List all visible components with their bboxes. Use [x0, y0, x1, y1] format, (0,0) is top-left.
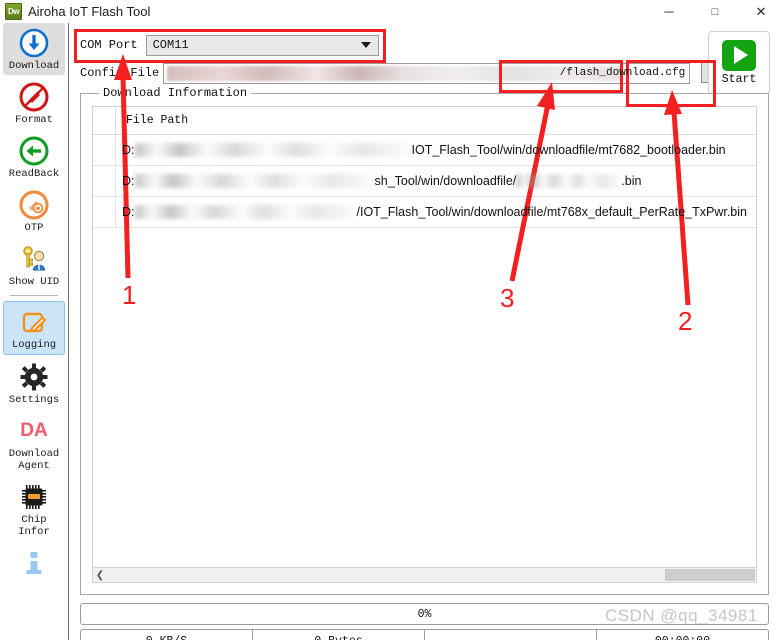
- table-row[interactable]: D: sh_Tool/win/downloadfile/ .bin: [93, 166, 756, 197]
- da-text-icon: DA: [20, 420, 48, 441]
- close-button[interactable]: ✕: [738, 0, 784, 23]
- sidebar-item-download-agent[interactable]: DA Download Agent: [3, 411, 65, 475]
- row-gutter: [93, 166, 116, 196]
- redacted-path-segment-tail: [516, 174, 622, 188]
- sidebar-item-chip-infor[interactable]: Chip Infor: [3, 477, 65, 541]
- main-panel: COM Port COM11 Config File /flash_downlo…: [69, 23, 784, 640]
- file-path-cell: D: sh_Tool/win/downloadfile/ .bin: [116, 166, 756, 196]
- info-icon: [18, 547, 50, 579]
- table-header-row: File Path: [93, 107, 756, 135]
- sidebar-item-logging[interactable]: Logging: [3, 301, 65, 355]
- file-path-cell: D: /IOT_Flash_Tool/win/downloadfile/mt76…: [116, 197, 756, 227]
- com-port-row: COM Port COM11: [80, 33, 380, 57]
- status-bytes: 0 Bytes: [253, 630, 425, 640]
- window-title: Airoha IoT Flash Tool: [28, 4, 151, 19]
- sidebar-item-label: OTP: [24, 222, 44, 234]
- com-port-value: COM11: [152, 38, 189, 52]
- path-extension: .bin: [621, 174, 642, 188]
- window-controls: ─ □ ✕: [646, 0, 784, 23]
- config-file-row: Config File /flash_download.cfg: [80, 61, 780, 85]
- maximize-button[interactable]: □: [692, 0, 738, 23]
- play-icon: [722, 39, 756, 71]
- redacted-path-segment: [134, 143, 412, 157]
- sidebar-item-label: Format: [15, 114, 53, 126]
- chevron-down-icon: [360, 42, 371, 48]
- sidebar-item-format[interactable]: Format: [3, 77, 65, 129]
- group-title: Download Information: [99, 86, 252, 100]
- redacted-path-segment: [134, 205, 357, 219]
- path-suffix: IOT_Flash_Tool/win/downloadfile/mt7682_b…: [411, 143, 726, 157]
- sidebar-item-label: Settings: [8, 394, 60, 406]
- table-row[interactable]: D: /IOT_Flash_Tool/win/downloadfile/mt76…: [93, 197, 756, 228]
- path-prefix: D:: [122, 205, 135, 219]
- progress-percent-label: 0%: [417, 607, 432, 621]
- sidebar: Download Format ReadBack OTP Show UID Lo…: [0, 23, 69, 640]
- horizontal-scrollbar[interactable]: ❮: [92, 567, 757, 583]
- start-button[interactable]: Start: [708, 31, 770, 94]
- sidebar-item-info[interactable]: [3, 543, 65, 583]
- path-prefix: D:: [122, 174, 135, 188]
- com-port-select[interactable]: COM11: [145, 34, 379, 56]
- status-speed: 0 KB/S: [81, 630, 253, 640]
- sidebar-item-label-line1: Download: [8, 448, 60, 460]
- sidebar-item-download[interactable]: Download: [3, 23, 65, 75]
- download-information-group: Download Information File Path D: IOT_Fl…: [80, 86, 769, 595]
- scroll-left-arrow-icon[interactable]: ❮: [93, 568, 107, 582]
- sidebar-item-show-uid[interactable]: Show UID: [3, 239, 65, 291]
- otp-lock-icon: [18, 189, 50, 221]
- scrollbar-thumb[interactable]: [665, 569, 755, 581]
- status-elapsed-time: 00:00:00: [597, 630, 768, 640]
- application-window: Dw Airoha IoT Flash Tool ─ □ ✕ Download: [0, 0, 784, 640]
- config-file-value: /flash_download.cfg: [559, 67, 686, 79]
- progress-bar: 0%: [80, 603, 769, 625]
- table-gutter-header: [93, 107, 116, 134]
- path-suffix: /IOT_Flash_Tool/win/downloadfile/mt768x_…: [356, 205, 748, 219]
- sidebar-item-readback[interactable]: ReadBack: [3, 131, 65, 183]
- redacted-path-overlay: [167, 65, 623, 81]
- com-port-label: COM Port: [80, 38, 138, 52]
- sidebar-item-settings[interactable]: Settings: [3, 357, 65, 409]
- sidebar-divider: [10, 295, 58, 296]
- file-path-cell: D: IOT_Flash_Tool/win/downloadfile/mt768…: [116, 135, 756, 165]
- key-user-icon: [18, 243, 50, 275]
- path-suffix: sh_Tool/win/downloadfile/: [374, 174, 517, 188]
- sidebar-item-otp[interactable]: OTP: [3, 185, 65, 237]
- sidebar-item-label-line1: Chip: [21, 514, 47, 526]
- format-erase-icon: [18, 81, 50, 113]
- dw-app-icon: Dw: [5, 3, 22, 20]
- column-header-file-path: File Path: [126, 114, 189, 127]
- chip-icon: [18, 481, 50, 513]
- sidebar-item-label: Download: [8, 60, 60, 72]
- table-row[interactable]: D: IOT_Flash_Tool/win/downloadfile/mt768…: [93, 135, 756, 166]
- sidebar-item-label: Show UID: [8, 276, 60, 288]
- download-circle-icon: [18, 27, 50, 59]
- sidebar-item-label: ReadBack: [8, 168, 60, 180]
- status-bar: 0 KB/S 0 Bytes 00:00:00: [80, 629, 769, 640]
- gear-icon: [18, 361, 50, 393]
- sidebar-item-label: Logging: [11, 339, 57, 351]
- title-bar: Dw Airoha IoT Flash Tool ─ □ ✕: [0, 0, 784, 23]
- start-button-label: Start: [721, 72, 757, 86]
- row-gutter: [93, 135, 116, 165]
- redacted-path-segment: [134, 174, 375, 188]
- status-blank: [425, 630, 597, 640]
- config-file-label: Config File: [80, 66, 160, 80]
- config-file-input[interactable]: /flash_download.cfg: [163, 62, 691, 84]
- file-path-table: File Path D: IOT_Flash_Tool/win/download…: [92, 106, 757, 583]
- sidebar-item-label-line2: Agent: [18, 460, 50, 472]
- sidebar-item-label-line2: Infor: [18, 526, 50, 538]
- minimize-button[interactable]: ─: [646, 0, 692, 23]
- logging-pencil-icon: [18, 306, 50, 338]
- path-prefix: D:: [122, 143, 135, 157]
- readback-arrow-icon: [18, 135, 50, 167]
- row-gutter: [93, 197, 116, 227]
